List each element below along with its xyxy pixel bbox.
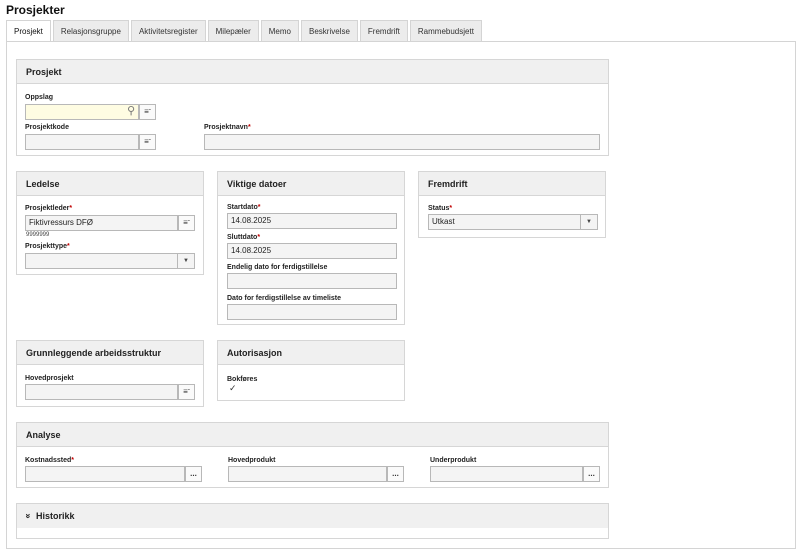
prosjektnavn-input[interactable] [204,134,600,150]
expand-icon[interactable]: » [17,513,41,518]
hovedprodukt-lookup-button[interactable]: ... [387,466,404,482]
fremdrift-panel: Fremdrift Status* Utkast ▼ [418,171,606,238]
historikk-panel-title: Historikk [36,511,75,521]
arbeidsstruktur-panel: Grunnleggende arbeidsstruktur Hovedprosj… [16,340,204,407]
prosjekttype-label-text: Prosjekttype [25,243,68,250]
tab-bar: Prosjekt Relasjonsgruppe Aktivitetsregis… [6,20,484,42]
required-mark: * [69,205,73,212]
ledelse-panel: Ledelse Prosjektleder* Fiktivressurs DFØ… [16,171,204,275]
search-icon[interactable]: ⚲ [127,104,135,118]
kostnadssted-label-text: Kostnadssted [25,457,72,464]
oppslag-input[interactable] [25,104,139,120]
prosjektleder-input[interactable]: Fiktivressurs DFØ [25,215,178,231]
prosjekttype-select[interactable] [25,253,195,269]
arbeidsstruktur-panel-title: Grunnleggende arbeidsstruktur [17,341,203,365]
timeliste-dato-label: Dato for ferdigstillelse av timeliste [227,295,341,302]
list-caret-icon: ˇ [187,221,190,227]
kostnadssted-lookup-button[interactable]: ... [185,466,202,482]
tab-aktivitetsregister[interactable]: Aktivitetsregister [130,20,206,42]
required-mark: * [257,234,261,241]
prosjektleder-id: 9999999 [26,232,50,238]
tab-milepaeler[interactable]: Milepæler [207,20,259,42]
prosjekttype-label: Prosjekttype* [25,243,70,250]
required-mark: * [247,124,251,131]
hovedprosjekt-list-button[interactable]: ≡ˇ [178,384,195,400]
prosjektleder-label-text: Prosjektleder [25,205,70,212]
ledelse-panel-title: Ledelse [17,172,203,196]
sluttdato-input[interactable]: 14.08.2025 [227,243,397,259]
sluttdato-label-text: Sluttdato [227,234,258,241]
required-mark: * [449,205,453,212]
underprodukt-input[interactable] [430,466,583,482]
historikk-panel-header[interactable]: » Historikk [17,504,608,528]
startdato-label: Startdato* [227,204,260,211]
startdato-input[interactable]: 14.08.2025 [227,213,397,229]
oppslag-label: Oppslag [25,94,54,101]
tab-beskrivelse[interactable]: Beskrivelse [301,20,358,42]
analyse-panel-title: Analyse [17,423,608,447]
bokfores-label: Bokføres [227,376,258,383]
hovedprodukt-label: Hovedprodukt [228,457,276,464]
tab-content: Prosjekt Oppslag ⚲ ≡ˇ Prosjektkode ≡ˇ Pr… [6,41,796,549]
bokfores-checkbox[interactable]: ✓ [229,383,237,394]
prosjektkode-label: Prosjektkode [25,124,69,131]
endelig-dato-label: Endelig dato for ferdigstillelse [227,264,328,271]
list-caret-icon: ˇ [187,390,190,396]
required-mark: * [67,243,70,250]
timeliste-dato-input[interactable] [227,304,397,320]
tab-relasjonsgruppe[interactable]: Relasjonsgruppe [52,20,129,42]
tab-rammebudsjett[interactable]: Rammebudsjett [409,20,482,42]
dropdown-arrow-icon[interactable]: ▼ [177,254,194,268]
autorisasjon-panel: Autorisasjon Bokføres ✓ [217,340,405,401]
status-label-text: Status [428,205,450,212]
status-label: Status* [428,205,452,212]
kostnadssted-label: Kostnadssted* [25,457,74,464]
prosjektkode-list-button[interactable]: ≡ˇ [139,134,156,150]
historikk-panel[interactable]: » Historikk [16,503,609,539]
hovedprosjekt-input[interactable] [25,384,178,400]
page-title: Prosjekter [6,3,65,17]
prosjektleder-list-button[interactable]: ≡ˇ [178,215,195,231]
viktige-datoer-panel: Viktige datoer Startdato* 14.08.2025 Slu… [217,171,405,325]
hovedprodukt-input[interactable] [228,466,387,482]
analyse-panel: Analyse Kostnadssted* ... Hovedprodukt .… [16,422,609,488]
viktige-datoer-panel-title: Viktige datoer [218,172,404,196]
prosjekt-panel-title: Prosjekt [17,60,608,84]
dropdown-arrow-icon[interactable]: ▼ [580,215,597,229]
endelig-dato-input[interactable] [227,273,397,289]
prosjektnavn-label: Prosjektnavn* [204,124,251,131]
autorisasjon-panel-title: Autorisasjon [218,341,404,365]
underprodukt-lookup-button[interactable]: ... [583,466,600,482]
startdato-label-text: Startdato [227,204,258,211]
prosjektleder-label: Prosjektleder* [25,205,72,212]
sluttdato-label: Sluttdato* [227,234,260,241]
hovedprosjekt-label: Hovedprosjekt [25,375,74,382]
required-mark: * [71,457,75,464]
prosjektnavn-label-text: Prosjektnavn [204,124,248,131]
tab-memo[interactable]: Memo [260,20,299,42]
status-select[interactable]: Utkast [428,214,598,230]
fremdrift-panel-title: Fremdrift [419,172,605,196]
prosjektkode-input[interactable] [25,134,139,150]
kostnadssted-input[interactable] [25,466,185,482]
underprodukt-label: Underprodukt [430,457,477,464]
required-mark: * [257,204,261,211]
prosjekt-panel: Prosjekt Oppslag ⚲ ≡ˇ Prosjektkode ≡ˇ Pr… [16,59,609,156]
tab-prosjekt[interactable]: Prosjekt [6,20,51,42]
list-caret-icon: ˇ [148,110,151,116]
list-caret-icon: ˇ [148,140,151,146]
oppslag-list-button[interactable]: ≡ˇ [139,104,156,120]
tab-fremdrift[interactable]: Fremdrift [359,20,408,42]
